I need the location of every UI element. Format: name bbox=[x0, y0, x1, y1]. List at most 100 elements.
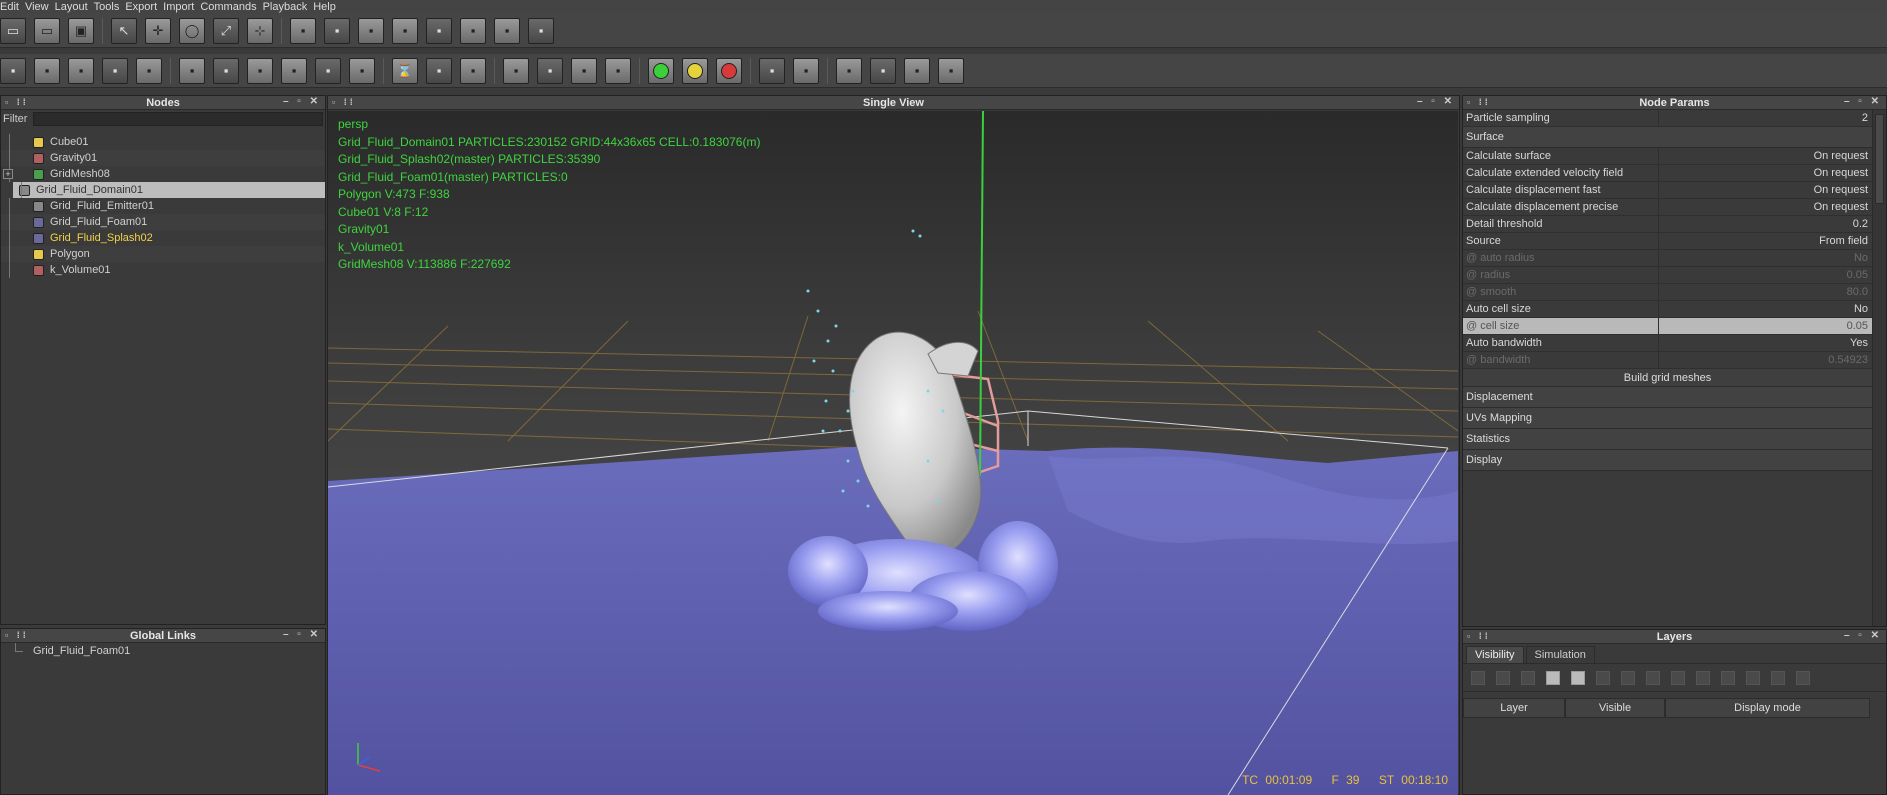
section-displacement[interactable]: Displacement bbox=[1463, 387, 1872, 408]
tool-e-icon[interactable]: ▪ bbox=[136, 57, 162, 84]
panel-grip-icon[interactable]: ▫ ⁞⁞ bbox=[5, 97, 29, 107]
rotate-icon[interactable]: ◯ bbox=[179, 17, 205, 44]
menu-export[interactable]: Export bbox=[125, 1, 163, 13]
param-row[interactable]: Calculate surface On request bbox=[1463, 147, 1872, 165]
panel-grip-icon[interactable]: ▫ ⁞⁞ bbox=[1467, 97, 1491, 107]
menu-view[interactable]: View bbox=[25, 1, 55, 13]
filter-input[interactable] bbox=[33, 112, 323, 126]
panel-window-controls[interactable]: – ▫ ✕ bbox=[283, 96, 321, 107]
param-value[interactable]: 2 bbox=[1659, 112, 1872, 124]
param-row[interactable]: Calculate extended velocity field On requ… bbox=[1463, 164, 1872, 182]
tool-g-icon[interactable]: ▪ bbox=[213, 57, 239, 84]
tool-j-icon[interactable]: ▪ bbox=[315, 57, 341, 84]
tool-k-icon[interactable]: ▪ bbox=[349, 57, 375, 84]
particles-icon[interactable]: ▪ bbox=[324, 17, 350, 44]
param-value[interactable]: No bbox=[1659, 252, 1872, 264]
view-b-icon[interactable]: ▪ bbox=[537, 57, 563, 84]
layer-copy-icon[interactable] bbox=[1546, 670, 1560, 685]
sphere-icon[interactable]: ▪ bbox=[426, 17, 452, 44]
view-d-icon[interactable]: ▪ bbox=[605, 57, 631, 84]
param-value[interactable]: From field bbox=[1659, 235, 1872, 247]
domain-icon[interactable]: ▪ bbox=[528, 17, 554, 44]
cube-icon[interactable]: ▪ bbox=[290, 17, 316, 44]
tool-c-icon[interactable]: ▪ bbox=[68, 57, 94, 84]
emitter-icon[interactable]: ▪ bbox=[358, 17, 384, 44]
section-surface[interactable]: Surface bbox=[1463, 127, 1872, 148]
save-icon[interactable]: ▣ bbox=[68, 17, 94, 44]
node-item[interactable]: Gravity01 bbox=[1, 150, 325, 166]
tool-i-icon[interactable]: ▪ bbox=[281, 57, 307, 84]
render-b-icon[interactable]: ▪ bbox=[870, 57, 896, 84]
open-icon[interactable]: ▭ bbox=[34, 17, 60, 44]
node-item[interactable]: Grid_Fluid_Domain01 bbox=[13, 182, 325, 198]
menu-import[interactable]: Import bbox=[163, 1, 200, 13]
param-value[interactable]: No bbox=[1659, 303, 1872, 315]
tool-l-icon[interactable]: ▪ bbox=[426, 57, 452, 84]
node-item[interactable]: k_Volume01 bbox=[1, 262, 325, 278]
menu-help[interactable]: Help bbox=[313, 1, 342, 13]
param-row[interactable]: Auto cell size No bbox=[1463, 300, 1872, 318]
layer-show-icon[interactable] bbox=[1671, 670, 1685, 685]
layer-add-icon[interactable] bbox=[1496, 670, 1510, 685]
layer-paste-icon[interactable] bbox=[1571, 670, 1585, 685]
param-value[interactable]: On request bbox=[1659, 150, 1872, 162]
param-value[interactable]: 0.05 bbox=[1659, 269, 1872, 281]
layer-clear-icon[interactable] bbox=[1596, 670, 1610, 685]
node-item[interactable]: Grid_Fluid_Foam01 bbox=[1, 214, 325, 230]
play-green-icon[interactable] bbox=[648, 57, 674, 84]
node-item[interactable]: Cube01 bbox=[1, 134, 325, 150]
param-row[interactable]: Detail threshold 0.2 bbox=[1463, 215, 1872, 233]
param-value[interactable]: On request bbox=[1659, 167, 1872, 179]
param-row[interactable]: @ smooth 80.0 bbox=[1463, 283, 1872, 301]
section-statistics[interactable]: Statistics bbox=[1463, 429, 1872, 450]
tab-simulation[interactable]: Simulation bbox=[1525, 646, 1595, 663]
node-item[interactable]: Grid_Fluid_Splash02 bbox=[1, 230, 325, 246]
tab-visibility[interactable]: Visibility bbox=[1466, 646, 1524, 663]
new-icon[interactable]: ▭ bbox=[0, 17, 26, 44]
layer-hide-icon[interactable] bbox=[1696, 670, 1710, 685]
tool-f-icon[interactable]: ▪ bbox=[179, 57, 205, 84]
menu-commands[interactable]: Commands bbox=[200, 1, 262, 13]
tool-h-icon[interactable]: ▪ bbox=[247, 57, 273, 84]
param-row[interactable]: Calculate displacement fast On request bbox=[1463, 181, 1872, 199]
layer-up-icon[interactable] bbox=[1621, 670, 1635, 685]
panel-window-controls[interactable]: – ▫ ✕ bbox=[1844, 630, 1882, 641]
layer-down-icon[interactable] bbox=[1646, 670, 1660, 685]
param-value[interactable]: 0.54923 bbox=[1659, 354, 1872, 366]
global-link-item[interactable]: Grid_Fluid_Foam01 bbox=[1, 643, 325, 659]
box-icon[interactable]: ▪ bbox=[392, 17, 418, 44]
menu-playback[interactable]: Playback bbox=[263, 1, 314, 13]
render-c-icon[interactable]: ▪ bbox=[904, 57, 930, 84]
3d-viewport[interactable]: persp Grid_Fluid_Domain01 PARTICLES:23015… bbox=[328, 111, 1458, 795]
param-row[interactable]: Source From field bbox=[1463, 232, 1872, 250]
select-icon[interactable]: ↖ bbox=[111, 17, 137, 44]
column-layer[interactable]: Layer bbox=[1463, 698, 1565, 718]
tool-a-icon[interactable]: ▪ bbox=[0, 57, 26, 84]
tool-b-icon[interactable]: ▪ bbox=[34, 57, 60, 84]
param-value[interactable]: 80.0 bbox=[1659, 286, 1872, 298]
panel-grip-icon[interactable]: ▫ ⁞⁞ bbox=[5, 630, 29, 640]
axis-icon[interactable]: ⊹ bbox=[247, 17, 273, 44]
panel-grip-icon[interactable]: ▫ ⁞⁞ bbox=[332, 97, 356, 107]
param-row[interactable]: @ radius 0.05 bbox=[1463, 266, 1872, 284]
scrollbar-thumb[interactable] bbox=[1875, 114, 1884, 204]
node-item[interactable]: Polygon bbox=[1, 246, 325, 262]
panel-window-controls[interactable]: – ▫ ✕ bbox=[283, 629, 321, 640]
move-icon[interactable]: ✛ bbox=[145, 17, 171, 44]
param-value[interactable]: 0.05 bbox=[1659, 320, 1872, 332]
camera-icon[interactable]: ▪ bbox=[460, 17, 486, 44]
layer-options-icon[interactable] bbox=[1796, 670, 1810, 685]
build-grid-meshes-button[interactable]: Build grid meshes bbox=[1463, 369, 1872, 387]
expand-icon[interactable]: + bbox=[3, 169, 13, 179]
scale-icon[interactable]: ⤢ bbox=[213, 17, 239, 44]
tool-d-icon[interactable]: ▪ bbox=[102, 57, 128, 84]
param-row[interactable]: @ bandwidth 0.54923 bbox=[1463, 351, 1872, 369]
view-c-icon[interactable]: ▪ bbox=[571, 57, 597, 84]
delete-sim-icon[interactable]: ▪ bbox=[793, 57, 819, 84]
layer-duplicate-icon[interactable] bbox=[1771, 670, 1785, 685]
view-a-icon[interactable]: ▪ bbox=[503, 57, 529, 84]
panel-window-controls[interactable]: – ▫ ✕ bbox=[1844, 96, 1882, 107]
menu-layout[interactable]: Layout bbox=[55, 1, 94, 13]
param-value[interactable]: 0.2 bbox=[1659, 218, 1872, 230]
param-value[interactable]: Yes bbox=[1659, 337, 1872, 349]
